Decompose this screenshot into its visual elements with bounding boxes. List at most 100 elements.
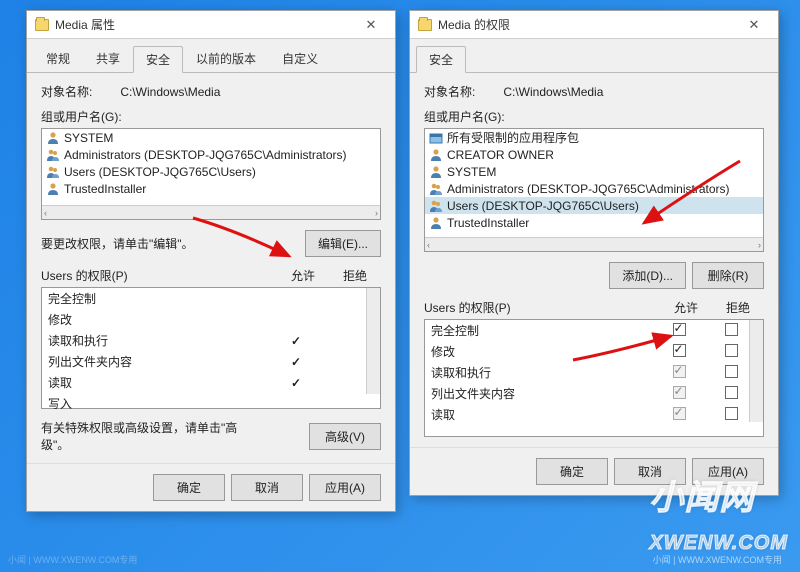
tab-常规[interactable]: 常规 [33,45,83,72]
group-users-label: 组或用户名(G): [41,108,381,125]
window-title: Media 属性 [55,16,351,33]
principal-name: SYSTEM [64,131,113,145]
allow-checkbox[interactable] [673,323,686,336]
deny-col-header: 拒绝 [329,267,381,284]
list-item[interactable]: 所有受限制的应用程序包 [425,129,763,146]
permissions-listbox: 完全控制修改读取和执行列出文件夹内容读取 [424,319,764,437]
tab-安全[interactable]: 安全 [416,46,466,73]
permissions-for-label: Users 的权限(P) [424,299,660,316]
folder-icon [35,19,49,31]
permission-name: 列出文件夹内容 [48,353,270,370]
principals-listbox[interactable]: 所有受限制的应用程序包CREATOR OWNER SYSTEM Administra… [424,128,764,252]
list-item[interactable]: Administrators (DESKTOP-JQG765C\Administ… [42,146,380,163]
list-item[interactable]: CREATOR OWNER [425,146,763,163]
tab-strip: 常规共享安全以前的版本自定义 [27,39,395,73]
users-icon [46,165,60,179]
scrollbar-x[interactable]: ‹› [42,205,380,219]
principal-name: Users (DESKTOP-JQG765C\Users) [447,199,639,213]
tab-共享[interactable]: 共享 [83,45,133,72]
edit-button[interactable]: 编辑(E)... [305,230,381,257]
permission-name: 读取和执行 [431,364,653,381]
list-item[interactable]: SYSTEM [42,129,380,146]
cancel-button[interactable]: 取消 [231,474,303,501]
close-button[interactable]: ✕ [734,12,774,38]
users-icon [46,148,60,162]
titlebar[interactable]: Media 属性 ✕ [27,11,395,39]
pkg-icon [429,131,443,145]
remove-button[interactable]: 删除(R) [692,262,764,289]
principals-listbox[interactable]: SYSTEM Administrators (DESKTOP-JQG765C\Ad… [41,128,381,220]
principal-name: Administrators (DESKTOP-JQG765C\Administ… [447,182,730,196]
permission-row: 读取✓ [42,372,380,393]
permission-row: 修改 [425,341,763,362]
principal-name: TrustedInstaller [64,182,146,196]
permission-row: 列出文件夹内容 [425,383,763,404]
principal-name: TrustedInstaller [447,216,529,230]
user-icon [429,216,443,230]
principal-name: SYSTEM [447,165,496,179]
tab-strip: 安全 [410,39,778,73]
deny-checkbox[interactable] [725,365,738,378]
apply-button[interactable]: 应用(A) [309,474,381,501]
permission-name: 修改 [431,343,653,360]
permission-row: 列出文件夹内容 ✓ [42,351,380,372]
window-title: Media 的权限 [438,16,734,33]
principal-name: 所有受限制的应用程序包 [447,129,579,146]
check-icon: ✓ [291,334,301,348]
allow-checkbox[interactable] [673,365,686,378]
advanced-hint: 有关特殊权限或高级设置，请单击"高级"。 [41,419,261,453]
permission-name: 完全控制 [431,322,653,339]
principal-name: Administrators (DESKTOP-JQG765C\Administ… [64,148,347,162]
ok-button[interactable]: 确定 [536,458,608,485]
permissions-listbox: 完全控制修改读取和执行✓列出文件夹内容✓读取✓写入 [41,287,381,409]
check-icon: ✓ [291,376,301,390]
add-button[interactable]: 添加(D)... [609,262,686,289]
tab-安全[interactable]: 安全 [133,46,183,73]
allow-checkbox[interactable] [673,407,686,420]
permission-row: 读取和执行 [425,362,763,383]
deny-col-header: 拒绝 [712,299,764,316]
tab-自定义[interactable]: 自定义 [269,45,331,72]
permission-name: 读取和执行 [48,332,270,349]
scrollbar-y[interactable] [366,288,380,394]
principal-name: Users (DESKTOP-JQG765C\Users) [64,165,256,179]
allow-checkbox[interactable] [673,386,686,399]
list-item[interactable]: SYSTEM [425,163,763,180]
close-button[interactable]: ✕ [351,12,391,38]
advanced-button[interactable]: 高级(V) [309,423,381,450]
list-item[interactable]: TrustedInstaller [425,214,763,231]
deny-checkbox[interactable] [725,323,738,336]
object-path: C:\Windows\Media [503,85,603,99]
object-name-label: 对象名称: [41,83,92,100]
object-path: C:\Windows\Media [120,85,220,99]
tab-content-security: 对象名称: C:\Windows\Media 组或用户名(G): 所有受限制的应… [410,73,778,447]
properties-dialog: Media 属性 ✕ 常规共享安全以前的版本自定义 对象名称: C:\Windo… [26,10,396,512]
allow-checkbox[interactable] [673,344,686,357]
scrollbar-y[interactable] [749,320,763,422]
ok-button[interactable]: 确定 [153,474,225,501]
permission-name: 列出文件夹内容 [431,385,653,402]
edit-hint: 要更改权限，请单击"编辑"。 [41,235,194,252]
list-item[interactable]: Users (DESKTOP-JQG765C\Users) [42,163,380,180]
deny-checkbox[interactable] [725,407,738,420]
watermark-text: 小闻网 XWENW.COM [649,470,788,558]
group-users-label: 组或用户名(G): [424,108,764,125]
object-name-label: 对象名称: [424,83,475,100]
permission-name: 修改 [48,311,270,328]
dialog-buttons: 确定 取消 应用(A) [27,463,395,511]
list-item[interactable]: TrustedInstaller [42,180,380,197]
list-item[interactable]: Administrators (DESKTOP-JQG765C\Administ… [425,180,763,197]
list-item[interactable]: Users (DESKTOP-JQG765C\Users) [425,197,763,214]
permissions-for-label: Users 的权限(P) [41,267,277,284]
folder-icon [418,19,432,31]
check-icon: ✓ [291,355,301,369]
allow-col-header: 允许 [277,267,329,284]
tab-以前的版本[interactable]: 以前的版本 [183,45,269,72]
deny-checkbox[interactable] [725,344,738,357]
permission-name: 写入 [48,395,270,412]
deny-checkbox[interactable] [725,386,738,399]
user-icon [429,165,443,179]
scrollbar-x[interactable]: ‹› [425,237,763,251]
titlebar[interactable]: Media 的权限 ✕ [410,11,778,39]
watermark-left: 小闻 | WWW.XWENW.COM专用 [8,553,137,566]
